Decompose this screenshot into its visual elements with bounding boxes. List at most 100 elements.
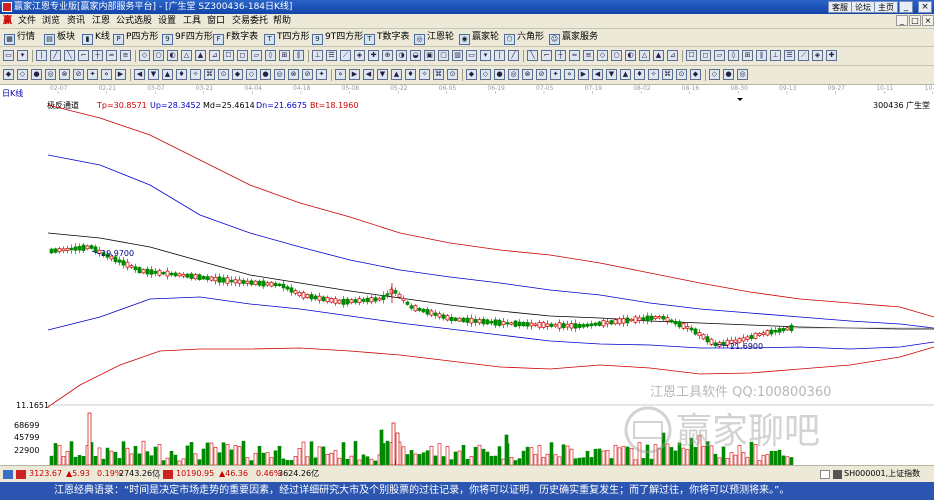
chart-tool-icon[interactable]: ✦ (87, 69, 98, 80)
chart-tool-icon[interactable]: ◀ (134, 69, 145, 80)
t-square-button[interactable]: T T四方形 (264, 30, 310, 45)
chart-tool-icon[interactable]: ✧ (648, 69, 659, 80)
winner-service-button[interactable]: ☺ 赢家服务 (549, 30, 598, 45)
draw-tool-icon[interactable]: ▱ (714, 50, 725, 61)
draw-tool-icon[interactable]: ▣ (424, 50, 435, 61)
chart-tool-icon[interactable]: ◇ (17, 69, 28, 80)
draw-tool-icon[interactable]: | (36, 50, 47, 61)
chart-tool-icon[interactable]: ⊙ (218, 69, 229, 80)
draw-tool-icon[interactable]: ╲ (527, 50, 538, 61)
draw-tool-icon[interactable]: ◈ (354, 50, 365, 61)
draw-tool-icon[interactable]: ▱ (251, 50, 262, 61)
kline-chart[interactable]: 日K线 02-07 02-21 03-07 03-21 04-04 04-18 05-08 0… (0, 85, 934, 466)
sector-button[interactable]: ▤ 板块 (44, 30, 75, 45)
draw-tool-icon[interactable]: ▥ (452, 50, 463, 61)
chart-tool-icon[interactable]: ▶ (115, 69, 126, 80)
draw-tool-icon[interactable]: ◈ (812, 50, 823, 61)
chart-tool-icon[interactable]: ⊗ (522, 69, 533, 80)
chart-tool-icon[interactable]: ⊘ (302, 69, 313, 80)
draw-tool-icon[interactable]: ⊿ (209, 50, 220, 61)
draw-tool-icon[interactable]: ≡ (583, 50, 594, 61)
draw-tool-icon[interactable]: ▭ (466, 50, 477, 61)
draw-tool-icon[interactable]: ⟋ (798, 50, 809, 61)
chart-tool-icon[interactable]: ◎ (274, 69, 285, 80)
draw-tool-icon[interactable]: ⊞ (742, 50, 753, 61)
menu-settings[interactable]: 设置 (158, 14, 176, 28)
chart-tool-icon[interactable]: ▼ (377, 69, 388, 80)
draw-tool-icon[interactable]: ◒ (410, 50, 421, 61)
menu-browse[interactable]: 浏览 (42, 14, 60, 28)
menu-file[interactable]: 文件 (18, 14, 36, 28)
forum-button[interactable]: 论坛 (851, 1, 875, 13)
menu-tools[interactable]: 工具 (183, 14, 201, 28)
menu-window[interactable]: 窗口 (207, 14, 225, 28)
draw-tool-icon[interactable]: ◐ (167, 50, 178, 61)
chart-tool-icon[interactable]: ⋄ (335, 69, 346, 80)
draw-tool-icon[interactable]: ○ (611, 50, 622, 61)
draw-tool-icon[interactable]: ◇ (597, 50, 608, 61)
chart-tool-icon[interactable]: ◇ (709, 69, 720, 80)
chart-tool-icon[interactable]: ⌘ (433, 69, 444, 80)
draw-tool-icon[interactable]: ╲ (64, 50, 75, 61)
menu-help[interactable]: 帮助 (273, 14, 291, 28)
index-select-icon[interactable] (820, 470, 830, 479)
service-button[interactable]: 客服 (828, 1, 852, 13)
chart-tool-icon[interactable]: ♦ (634, 69, 645, 80)
9t-square-button[interactable]: 9 9T四方形 (312, 30, 363, 45)
chart-tool-icon[interactable]: ◇ (480, 69, 491, 80)
chart-tool-icon[interactable]: ◆ (3, 69, 14, 80)
chart-tool-icon[interactable]: ● (494, 69, 505, 80)
chart-tool-icon[interactable]: ◀ (592, 69, 603, 80)
draw-tool-icon[interactable]: ◻ (237, 50, 248, 61)
draw-tool-icon[interactable]: ▢ (438, 50, 449, 61)
chart-tool-icon[interactable]: ▲ (162, 69, 173, 80)
draw-tool-icon[interactable]: ✚ (368, 50, 379, 61)
chart-tool-icon[interactable]: ▲ (391, 69, 402, 80)
draw-tool-icon[interactable]: ⊥ (770, 50, 781, 61)
child-minimize-icon[interactable]: _ (896, 15, 908, 26)
gann-wheel-button[interactable]: ◎ 江恩轮 (414, 30, 454, 45)
chart-tool-icon[interactable]: ✧ (419, 69, 430, 80)
draw-tool-icon[interactable]: ☰ (326, 50, 337, 61)
draw-tool-icon[interactable]: ⟋ (340, 50, 351, 61)
draw-tool-icon[interactable]: | (494, 50, 505, 61)
chart-tool-icon[interactable]: ◀ (363, 69, 374, 80)
chart-tool-icon[interactable]: ⌘ (662, 69, 673, 80)
draw-tool-icon[interactable]: ☐ (686, 50, 697, 61)
draw-tool-icon[interactable]: ⊿ (667, 50, 678, 61)
draw-tool-icon[interactable]: ∥ (756, 50, 767, 61)
child-close-icon[interactable]: × (922, 15, 934, 26)
chart-tool-icon[interactable]: ✦ (550, 69, 561, 80)
chart-tool-icon[interactable]: ⊗ (59, 69, 70, 80)
chart-tool-icon[interactable]: ● (31, 69, 42, 80)
menu-formula-select[interactable]: 公式选股 (116, 14, 152, 28)
kline-button[interactable]: ▮ K线 (82, 30, 110, 45)
menu-gann[interactable]: 江恩 (92, 14, 110, 28)
chart-tool-icon[interactable]: ✧ (190, 69, 201, 80)
chart-tool-icon[interactable]: ⊗ (288, 69, 299, 80)
chart-tool-icon[interactable]: ◆ (232, 69, 243, 80)
draw-tool-icon[interactable]: ◊ (265, 50, 276, 61)
draw-tool-icon[interactable]: ◊ (728, 50, 739, 61)
chart-tool-icon[interactable]: ◆ (690, 69, 701, 80)
draw-tool-icon[interactable]: ╱ (508, 50, 519, 61)
draw-tool-icon[interactable]: ◇ (139, 50, 150, 61)
draw-tool-icon[interactable]: ▭ (3, 50, 14, 61)
draw-tool-icon[interactable]: ⌐ (541, 50, 552, 61)
draw-tool-icon[interactable]: ▾ (17, 50, 28, 61)
chart-tool-icon[interactable]: ⋄ (564, 69, 575, 80)
chart-tool-icon[interactable]: ● (723, 69, 734, 80)
draw-tool-icon[interactable]: ▲ (195, 50, 206, 61)
chart-tool-icon[interactable]: ● (260, 69, 271, 80)
chart-tool-icon[interactable]: ▼ (148, 69, 159, 80)
draw-tool-icon[interactable]: ▾ (480, 50, 491, 61)
close-icon[interactable]: × (918, 1, 932, 13)
draw-tool-icon[interactable]: ═ (569, 50, 580, 61)
chart-tool-icon[interactable]: ◆ (466, 69, 477, 80)
draw-tool-icon[interactable]: ◐ (625, 50, 636, 61)
draw-tool-icon[interactable]: ☰ (784, 50, 795, 61)
chart-tool-icon[interactable]: ▲ (620, 69, 631, 80)
draw-tool-icon[interactable]: ∥ (293, 50, 304, 61)
chart-tool-icon[interactable]: ◎ (45, 69, 56, 80)
chart-tool-icon[interactable]: ⌘ (204, 69, 215, 80)
